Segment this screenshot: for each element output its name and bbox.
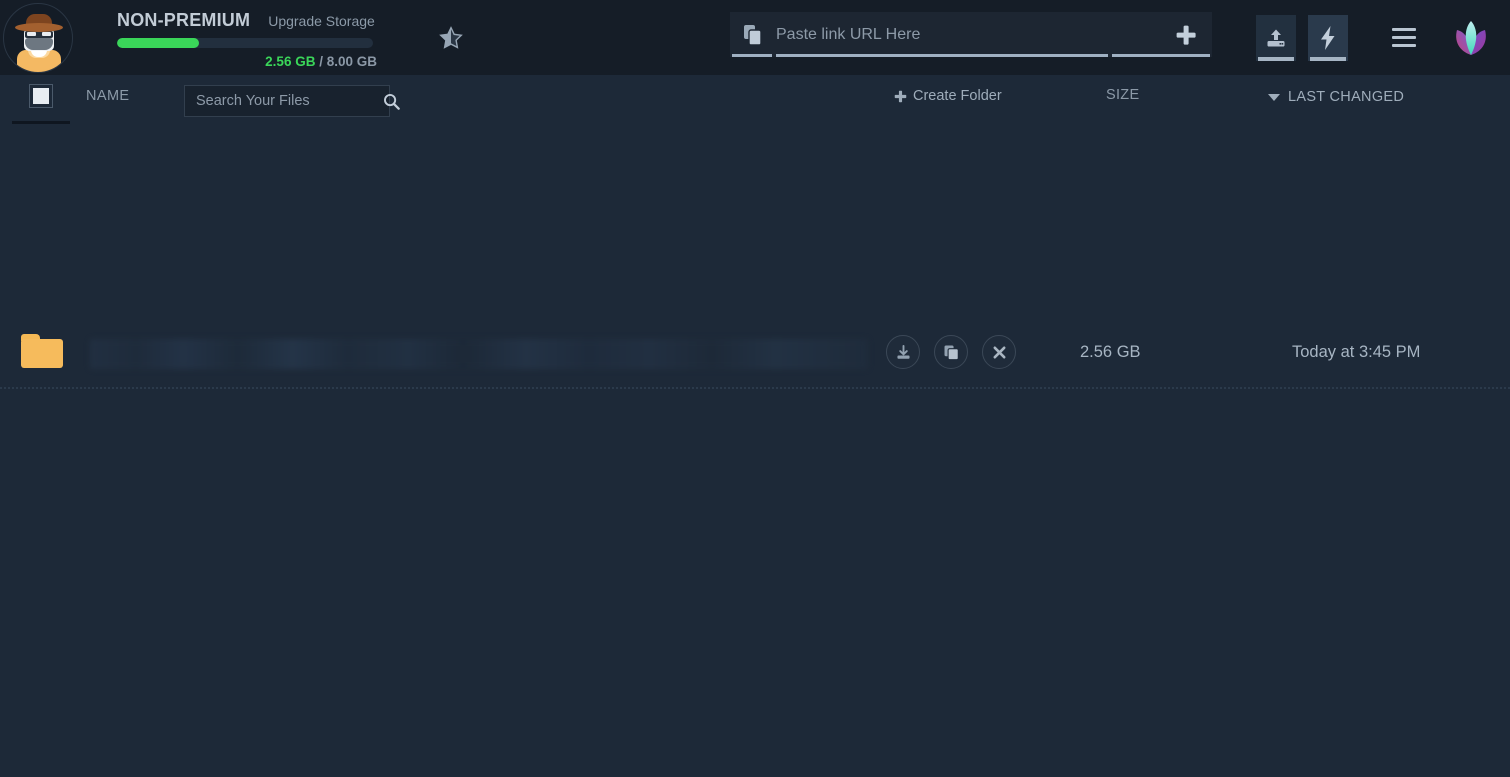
- file-size: 2.56 GB: [1080, 343, 1141, 361]
- search-input[interactable]: [185, 86, 383, 116]
- file-toolbar: NAME Create Folder SIZE LAST CHANGED: [0, 75, 1510, 130]
- paste-clipboard-icon[interactable]: [730, 12, 776, 57]
- remote-upload-button[interactable]: [1308, 14, 1348, 61]
- add-link-button[interactable]: [1160, 12, 1212, 57]
- close-icon: [993, 346, 1005, 358]
- last-changed-label: LAST CHANGED: [1288, 89, 1405, 105]
- search-files-box: [184, 85, 400, 117]
- storage-used-value: 2.56 GB: [265, 54, 316, 69]
- column-header-last-changed[interactable]: LAST CHANGED: [1268, 89, 1404, 105]
- top-action-buttons: [1256, 0, 1510, 75]
- storage-total-value: 8.00 GB: [326, 54, 377, 69]
- row-action-buttons: [886, 335, 1016, 369]
- upgrade-storage-link[interactable]: Upgrade Storage: [268, 13, 375, 29]
- avatar[interactable]: [0, 0, 75, 75]
- select-all-underline: [12, 121, 70, 124]
- select-all-checkbox[interactable]: [29, 84, 53, 108]
- storage-progress-fill: [117, 38, 199, 48]
- create-folder-label: Create Folder: [913, 88, 1002, 104]
- lotus-brand-logo[interactable]: [1450, 17, 1492, 59]
- row-separator: [0, 387, 1510, 389]
- delete-button[interactable]: [982, 335, 1016, 369]
- plan-name: NON-PREMIUM: [117, 10, 251, 30]
- paste-link-bar: [730, 12, 1212, 57]
- storage-separator: /: [315, 54, 327, 69]
- storage-progress-bar: [117, 38, 373, 48]
- upload-button[interactable]: [1256, 14, 1296, 61]
- create-folder-button[interactable]: Create Folder: [894, 88, 1002, 104]
- plus-icon: [894, 90, 907, 102]
- search-icon[interactable]: [383, 93, 400, 110]
- half-star-icon[interactable]: [434, 21, 468, 55]
- paste-bar-underline-mid: [776, 54, 1108, 57]
- caret-down-icon: [1268, 93, 1280, 101]
- storage-plan-block: NON-PREMIUM Upgrade Storage 2.56 GB / 8.…: [117, 6, 379, 69]
- hamburger-menu-icon[interactable]: [1382, 18, 1426, 58]
- column-header-name: NAME: [86, 88, 130, 104]
- folder-icon: [21, 334, 63, 368]
- column-header-size: SIZE: [1106, 87, 1140, 103]
- paste-bar-underline-left: [732, 54, 772, 57]
- paste-bar-underline-right: [1112, 54, 1210, 57]
- download-button[interactable]: [886, 335, 920, 369]
- file-name-redacted[interactable]: [90, 339, 868, 369]
- detective-avatar-icon: [2, 2, 73, 73]
- top-header: NON-PREMIUM Upgrade Storage 2.56 GB / 8.…: [0, 0, 1510, 75]
- copy-button[interactable]: [934, 335, 968, 369]
- storage-usage-text: 2.56 GB / 8.00 GB: [117, 54, 379, 69]
- file-last-changed: Today at 3:45 PM: [1292, 343, 1421, 361]
- paste-link-input[interactable]: [776, 12, 1160, 57]
